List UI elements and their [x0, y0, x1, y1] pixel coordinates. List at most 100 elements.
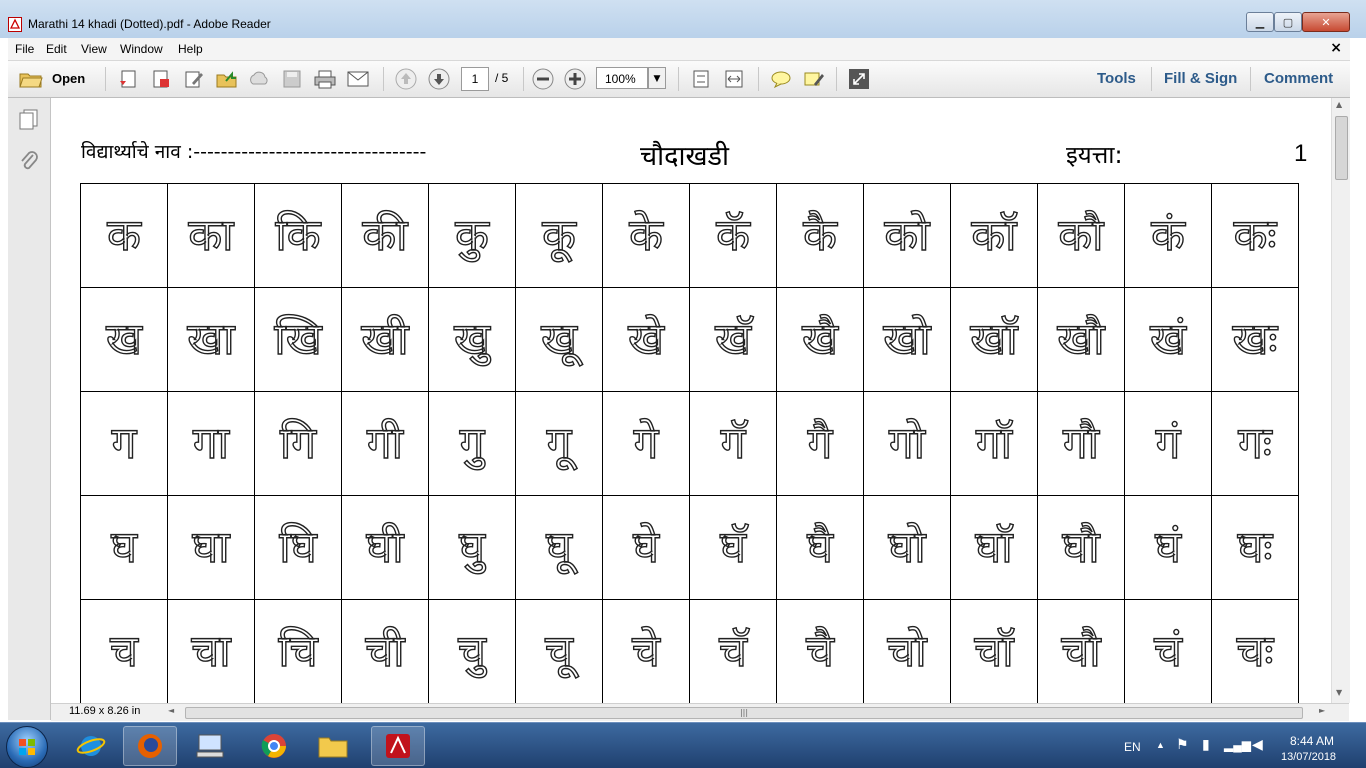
dotted-letter: खॉ [970, 313, 1019, 365]
save-icon[interactable] [281, 68, 303, 90]
letter-cell: घी [341, 495, 429, 600]
dotted-letter: चा [191, 625, 232, 677]
create-pdf-icon[interactable] [118, 68, 140, 90]
toolbar: Open 1 / 5 100% ▼ Tools Fill & Sign Comm… [8, 61, 1350, 98]
scroll-up-icon[interactable]: ▲ [1336, 100, 1342, 109]
letter-cell: खो [863, 287, 951, 392]
battery-icon[interactable]: ▮ [1202, 736, 1210, 753]
print-icon[interactable] [314, 68, 336, 90]
document-view[interactable]: विद्यार्थ्याचे नाव :--------------------… [51, 98, 1331, 703]
page-number-input[interactable]: 1 [461, 67, 489, 91]
adobe-reader-icon [386, 734, 410, 758]
document-close-button[interactable]: × [1330, 40, 1342, 56]
letter-cell: खी [341, 287, 429, 392]
vertical-scroll-thumb[interactable] [1335, 116, 1348, 180]
letter-cell: घे [602, 495, 690, 600]
next-page-icon[interactable] [428, 68, 450, 90]
chrome-taskbar[interactable] [247, 726, 301, 766]
letter-cell: खॅ [689, 287, 777, 392]
menu-window[interactable]: Window [120, 42, 163, 56]
action-center-flag-icon[interactable]: ⚑ [1176, 736, 1189, 753]
letter-cell: चः [1211, 599, 1299, 703]
remote-desktop-taskbar[interactable] [183, 726, 237, 766]
scroll-down-icon[interactable]: ▼ [1336, 688, 1342, 697]
dotted-letter: गॅ [720, 417, 746, 469]
show-hidden-icons-icon[interactable]: ▲ [1156, 740, 1165, 750]
dotted-letter: खा [187, 313, 236, 365]
clock-date[interactable]: 13/07/2018 [1281, 751, 1336, 763]
letter-cell: कॅ [689, 183, 777, 288]
share-icon[interactable] [216, 68, 238, 90]
dotted-letter: चू [544, 625, 573, 677]
email-icon[interactable] [347, 68, 369, 90]
fit-page-icon[interactable] [690, 68, 712, 90]
page-size-label: 11.69 x 8.26 in [69, 705, 141, 717]
dotted-letter: गै [807, 417, 833, 469]
fit-width-icon[interactable] [723, 68, 745, 90]
zoom-out-icon[interactable] [532, 68, 554, 90]
page-number-text: 1 [1294, 140, 1308, 167]
letter-cell: को [863, 183, 951, 288]
dotted-letter: गौ [1062, 417, 1100, 469]
full-screen-icon[interactable] [848, 68, 870, 90]
vertical-scrollbar[interactable]: ▲ ▼ [1331, 98, 1350, 703]
cloud-upload-icon[interactable] [248, 68, 270, 90]
letter-cell: चो [863, 599, 951, 703]
zoom-dropdown-button[interactable]: ▼ [648, 67, 666, 89]
dotted-letter: चॉ [974, 625, 1015, 677]
previous-page-icon[interactable] [395, 68, 417, 90]
grip-icon: ||| [739, 708, 749, 717]
tools-link[interactable]: Tools [1097, 70, 1136, 87]
network-signal-icon[interactable]: ▂▄▆ [1224, 738, 1251, 752]
dotted-letter: चु [457, 625, 486, 677]
attachments-icon[interactable] [18, 150, 40, 175]
menu-view[interactable]: View [81, 42, 107, 56]
adobe-reader-taskbar[interactable] [371, 726, 425, 766]
file-explorer-taskbar[interactable] [306, 726, 360, 766]
folder-icon [318, 737, 348, 758]
zoom-in-icon[interactable] [564, 68, 586, 90]
letter-cell: खू [515, 287, 603, 392]
zoom-level-input[interactable]: 100% [596, 67, 648, 89]
start-button[interactable] [6, 726, 48, 768]
scroll-left-icon[interactable]: ◄ [168, 706, 174, 715]
open-folder-icon[interactable] [18, 68, 44, 90]
dotted-letter: खे [627, 313, 664, 365]
letter-cell: खि [254, 287, 342, 392]
minimize-button[interactable]: ▁ [1246, 12, 1274, 32]
internet-explorer-taskbar[interactable] [64, 726, 118, 766]
language-indicator[interactable]: EN [1124, 740, 1141, 754]
edit-pdf-icon[interactable] [183, 68, 205, 90]
letter-cell: कि [254, 183, 342, 288]
horizontal-scroll-thumb[interactable]: ||| [185, 707, 1303, 719]
open-label[interactable]: Open [52, 71, 85, 86]
sticky-note-icon[interactable] [770, 68, 792, 90]
dotted-letter: का [188, 209, 235, 261]
highlight-icon[interactable] [803, 68, 825, 90]
separator [383, 67, 384, 91]
letter-cell: चै [776, 599, 864, 703]
comment-link[interactable]: Comment [1264, 70, 1333, 87]
letter-cell: चं [1124, 599, 1212, 703]
close-button[interactable]: ✕ [1302, 12, 1350, 32]
maximize-button[interactable]: ▢ [1274, 12, 1302, 32]
dotted-letter: गं [1155, 417, 1181, 469]
table-row: क का कि की कु कू के कॅ कै को कॉ कौ कं कः [80, 183, 1299, 288]
letter-cell: खः [1211, 287, 1299, 392]
menu-help[interactable]: Help [178, 42, 203, 56]
menu-edit[interactable]: Edit [46, 42, 67, 56]
scroll-right-icon[interactable]: ► [1319, 706, 1325, 715]
separator [678, 67, 679, 91]
firefox-taskbar[interactable] [123, 726, 177, 766]
fill-sign-link[interactable]: Fill & Sign [1164, 70, 1237, 87]
volume-icon[interactable]: ◀ [1252, 736, 1263, 753]
export-pdf-icon[interactable] [150, 68, 172, 90]
letter-cell: गो [863, 391, 951, 496]
windows-logo-icon [19, 739, 35, 755]
page-thumbnails-icon[interactable] [18, 108, 40, 133]
letter-cell: कू [515, 183, 603, 288]
menu-file[interactable]: File [15, 42, 34, 56]
letter-cell: घै [776, 495, 864, 600]
clock-time[interactable]: 8:44 AM [1290, 734, 1334, 748]
letter-cell: ख [80, 287, 168, 392]
